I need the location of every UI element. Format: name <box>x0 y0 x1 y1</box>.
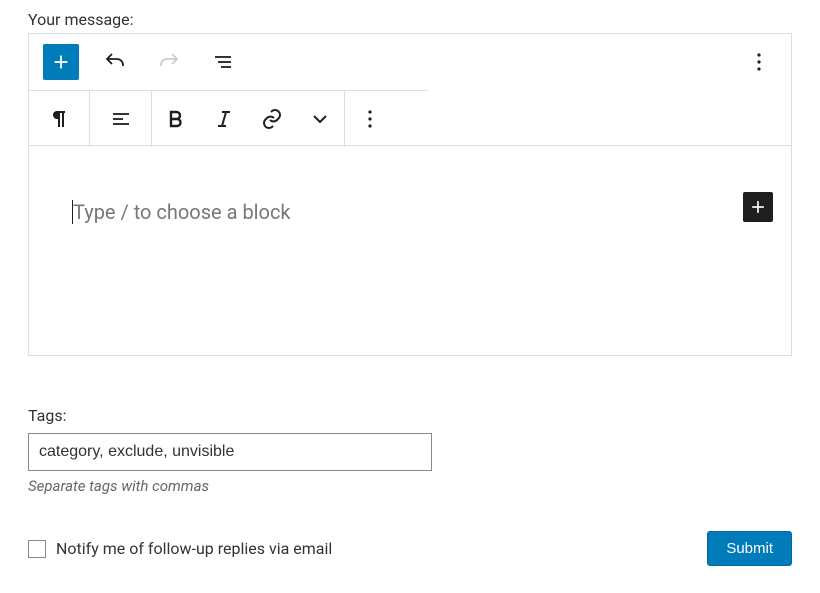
bold-icon <box>164 107 188 131</box>
add-block-button[interactable] <box>43 44 79 80</box>
block-options-button[interactable] <box>345 91 395 147</box>
block-format-toolbar <box>28 90 428 146</box>
editor-options-button[interactable] <box>741 44 777 80</box>
inline-format-group <box>152 91 345 147</box>
block-type-button[interactable] <box>28 91 90 147</box>
undo-icon <box>103 50 127 74</box>
italic-button[interactable] <box>200 91 248 147</box>
notify-checkbox[interactable] <box>28 540 46 558</box>
bold-button[interactable] <box>152 91 200 147</box>
chevron-down-icon <box>308 107 332 131</box>
align-button[interactable] <box>90 91 152 147</box>
tags-input[interactable] <box>28 433 432 471</box>
message-label: Your message: <box>28 10 792 29</box>
notify-label: Notify me of follow-up replies via email <box>56 539 332 558</box>
italic-icon <box>212 107 236 131</box>
align-left-icon <box>109 107 133 131</box>
kebab-icon <box>358 107 382 131</box>
tags-hint: Separate tags with commas <box>28 477 792 495</box>
form-footer: Notify me of follow-up replies via email… <box>28 531 792 566</box>
editor-top-toolbar <box>29 34 791 90</box>
more-format-button[interactable] <box>296 91 344 147</box>
paragraph-icon <box>47 107 71 131</box>
plus-icon <box>748 197 768 217</box>
redo-icon <box>157 50 181 74</box>
submit-button[interactable]: Submit <box>707 531 792 566</box>
tags-section: Tags: Separate tags with commas <box>28 406 792 495</box>
outline-icon <box>211 50 235 74</box>
tags-label: Tags: <box>28 406 792 425</box>
link-button[interactable] <box>248 91 296 147</box>
link-icon <box>260 107 284 131</box>
editor-container: Type / to choose a block <box>28 33 792 356</box>
editor-placeholder: Type / to choose a block <box>73 200 747 224</box>
outline-button[interactable] <box>205 44 241 80</box>
inline-add-block-button[interactable] <box>743 192 773 222</box>
redo-button[interactable] <box>151 44 187 80</box>
kebab-icon <box>747 50 771 74</box>
editor-content-area[interactable]: Type / to choose a block <box>29 145 791 355</box>
undo-button[interactable] <box>97 44 133 80</box>
plus-icon <box>50 51 72 73</box>
